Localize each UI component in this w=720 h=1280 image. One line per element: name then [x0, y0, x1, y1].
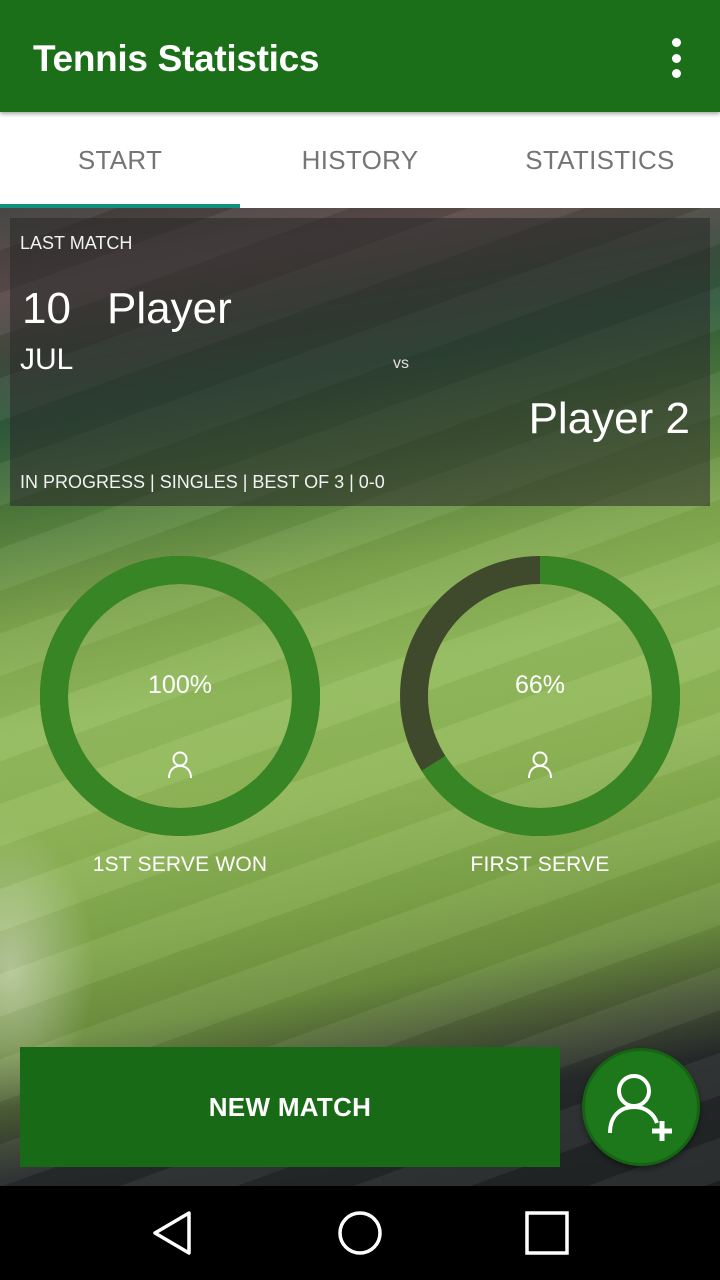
- tab-bar: START HISTORY STATISTICS: [0, 112, 720, 208]
- stat-1st-serve-won[interactable]: 100% 1ST SERVE WON: [39, 555, 321, 877]
- gauge-label: 1ST SERVE WON: [92, 853, 268, 876]
- gauge-label: FIRST SERVE: [470, 853, 610, 876]
- player2-name: Player 2: [528, 394, 690, 443]
- add-player-button[interactable]: [582, 1048, 700, 1166]
- tab-history[interactable]: HISTORY: [240, 112, 480, 208]
- stat-first-serve[interactable]: 66% FIRST SERVE: [399, 555, 681, 877]
- more-vert-icon[interactable]: [662, 38, 690, 78]
- app-title: Tennis Statistics: [33, 38, 320, 79]
- match-status: IN PROGRESS | SINGLES | BEST OF 3 | 0-0: [20, 472, 385, 492]
- tab-statistics[interactable]: STATISTICS: [480, 112, 720, 208]
- match-month: JUL: [20, 343, 74, 376]
- last-match-label: LAST MATCH: [20, 233, 133, 253]
- app-bar: Tennis Statistics: [0, 0, 720, 112]
- new-match-button[interactable]: NEW MATCH: [20, 1047, 560, 1167]
- tab-start[interactable]: START: [0, 112, 240, 208]
- match-day: 10: [22, 284, 71, 333]
- gauge-value: 100%: [148, 671, 212, 699]
- person-icon: [167, 751, 193, 779]
- player1-name: Player: [107, 284, 232, 333]
- system-nav-bar: [0, 1186, 720, 1280]
- gauge-value: 66%: [514, 671, 566, 699]
- last-match-card[interactable]: LAST MATCH 10 Player JUL vs Player 2 IN …: [10, 218, 710, 506]
- home-icon[interactable]: [310, 1186, 410, 1280]
- vs-label: vs: [393, 355, 409, 372]
- person-add-icon: [608, 1074, 672, 1141]
- back-icon[interactable]: [123, 1186, 223, 1280]
- person-icon: [527, 751, 553, 779]
- recents-icon[interactable]: [497, 1186, 597, 1280]
